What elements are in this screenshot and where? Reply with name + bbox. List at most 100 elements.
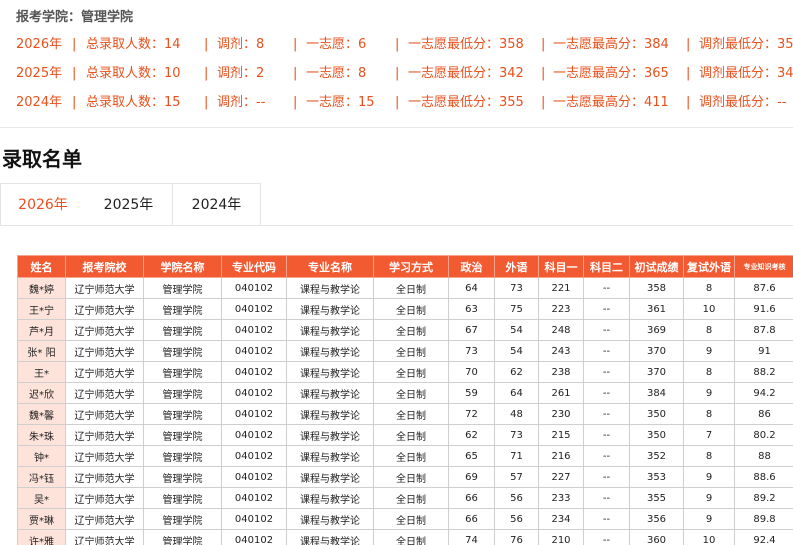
stat-separator: | bbox=[72, 37, 77, 52]
table-cell: 040102 bbox=[221, 277, 287, 299]
stat-separator: | bbox=[204, 95, 209, 110]
table-cell: 355 bbox=[629, 487, 684, 509]
stat-first-choice: 一志愿：8 bbox=[306, 66, 367, 81]
table-cell: 10 bbox=[683, 529, 735, 545]
admission-table-container[interactable]: 姓名 报考院校 学院名称 专业代码 专业名称 学习方式 政治 外语 科目一 科目二 初试成绩 复试外语… bbox=[17, 255, 793, 545]
table-cell: 全日制 bbox=[373, 424, 449, 446]
table-cell: 管理学院 bbox=[143, 445, 222, 467]
table-cell: 88.6 bbox=[734, 466, 793, 488]
table-cell: 管理学院 bbox=[143, 298, 222, 320]
table-cell: 361 bbox=[629, 298, 684, 320]
table-cell: -- bbox=[583, 319, 630, 341]
table-cell: 223 bbox=[538, 298, 584, 320]
table-cell: 238 bbox=[538, 361, 584, 383]
table-cell: 80.2 bbox=[734, 424, 793, 446]
table-cell: 课程与教学论 bbox=[286, 382, 374, 404]
divider bbox=[0, 127, 793, 128]
stat-adjust-min: 调剂最低分：35 bbox=[699, 37, 793, 52]
stat-adjust-min: 调剂最低分：-- bbox=[699, 95, 787, 110]
table-cell: 234 bbox=[538, 508, 584, 530]
table-cell: 管理学院 bbox=[143, 340, 222, 362]
column-header: 专业代码 bbox=[221, 255, 287, 278]
stat-separator: | bbox=[541, 66, 546, 81]
table-cell: 64 bbox=[448, 277, 495, 299]
stat-adjust: 调剂：8 bbox=[217, 37, 265, 52]
table-cell: 62 bbox=[494, 361, 539, 383]
table-cell: 56 bbox=[494, 508, 539, 530]
table-cell: 9 bbox=[683, 487, 735, 509]
table-cell: 65 bbox=[448, 445, 495, 467]
stat-first-min: 一志愿最低分：358 bbox=[408, 37, 524, 52]
table-cell: 全日制 bbox=[373, 340, 449, 362]
tab-2024[interactable]: 2024年 bbox=[173, 183, 261, 225]
table-cell: 辽宁师范大学 bbox=[65, 361, 144, 383]
student-name-cell: 王*宁 bbox=[17, 298, 66, 320]
table-cell: -- bbox=[583, 382, 630, 404]
stat-separator: | bbox=[72, 95, 77, 110]
stat-separator: | bbox=[541, 37, 546, 52]
table-row: 钟* 辽宁师范大学 管理学院 040102 课程与教学论 全日制 65 71 216 -- 352 8… bbox=[17, 445, 793, 467]
table-cell: 课程与教学论 bbox=[286, 466, 374, 488]
student-name-cell: 魏*婷 bbox=[17, 277, 66, 299]
table-cell: 全日制 bbox=[373, 277, 449, 299]
column-header: 科目一 bbox=[538, 255, 584, 278]
column-header: 专业名称 bbox=[286, 255, 374, 278]
stat-separator: | bbox=[72, 66, 77, 81]
stat-year: 2026年 bbox=[16, 37, 63, 52]
table-row: 迟*欣 辽宁师范大学 管理学院 040102 课程与教学论 全日制 59 64 261 -- 384… bbox=[17, 382, 793, 404]
table-cell: 辽宁师范大学 bbox=[65, 382, 144, 404]
table-cell: 221 bbox=[538, 277, 584, 299]
table-row: 魏*馨 辽宁师范大学 管理学院 040102 课程与教学论 全日制 72 48 230 -- 350… bbox=[17, 403, 793, 425]
stat-separator: | bbox=[395, 95, 400, 110]
stat-separator: | bbox=[204, 66, 209, 81]
table-cell: 040102 bbox=[221, 382, 287, 404]
table-cell: 040102 bbox=[221, 487, 287, 509]
table-cell: 9 bbox=[683, 340, 735, 362]
table-cell: 89.2 bbox=[734, 487, 793, 509]
tab-2025[interactable]: 2025年 bbox=[85, 183, 173, 225]
table-cell: 356 bbox=[629, 508, 684, 530]
table-cell: -- bbox=[583, 403, 630, 425]
table-cell: 57 bbox=[494, 466, 539, 488]
table-cell: 73 bbox=[494, 277, 539, 299]
table-cell: 9 bbox=[683, 508, 735, 530]
tab-2026[interactable]: 2026年 bbox=[0, 183, 86, 225]
student-name-cell: 迟*欣 bbox=[17, 382, 66, 404]
table-cell: 360 bbox=[629, 529, 684, 545]
table-cell: 课程与教学论 bbox=[286, 277, 374, 299]
column-header: 学习方式 bbox=[373, 255, 449, 278]
table-cell: 352 bbox=[629, 445, 684, 467]
table-cell: 87.6 bbox=[734, 277, 793, 299]
table-cell: 10 bbox=[683, 298, 735, 320]
table-cell: 8 bbox=[683, 445, 735, 467]
table-cell: 73 bbox=[494, 424, 539, 446]
student-name-cell: 芦*月 bbox=[17, 319, 66, 341]
stat-total: 总录取人数：15 bbox=[86, 95, 181, 110]
table-cell: 辽宁师范大学 bbox=[65, 487, 144, 509]
table-cell: 040102 bbox=[221, 340, 287, 362]
table-cell: 9 bbox=[683, 466, 735, 488]
table-cell: 辽宁师范大学 bbox=[65, 403, 144, 425]
stat-adjust-min: 调剂最低分：34 bbox=[699, 66, 793, 81]
table-cell: 216 bbox=[538, 445, 584, 467]
stat-separator: | bbox=[293, 95, 298, 110]
stat-total: 总录取人数：10 bbox=[86, 66, 181, 81]
table-cell: 管理学院 bbox=[143, 403, 222, 425]
table-cell: 全日制 bbox=[373, 445, 449, 467]
table-cell: 233 bbox=[538, 487, 584, 509]
stat-adjust: 调剂：-- bbox=[217, 95, 266, 110]
section-title: 录取名单 bbox=[2, 147, 82, 171]
column-header: 姓名 bbox=[17, 255, 66, 278]
table-cell: 全日制 bbox=[373, 466, 449, 488]
table-cell: 辽宁师范大学 bbox=[65, 277, 144, 299]
table-cell: 71 bbox=[494, 445, 539, 467]
table-cell: 54 bbox=[494, 340, 539, 362]
table-cell: 66 bbox=[448, 487, 495, 509]
stat-separator: | bbox=[686, 37, 691, 52]
table-cell: 91 bbox=[734, 340, 793, 362]
table-row: 王*宁 辽宁师范大学 管理学院 040102 课程与教学论 全日制 63 75 223 -- 361… bbox=[17, 298, 793, 320]
stat-year: 2024年 bbox=[16, 95, 63, 110]
stat-separator: | bbox=[293, 37, 298, 52]
table-cell: 353 bbox=[629, 466, 684, 488]
table-cell: 全日制 bbox=[373, 508, 449, 530]
